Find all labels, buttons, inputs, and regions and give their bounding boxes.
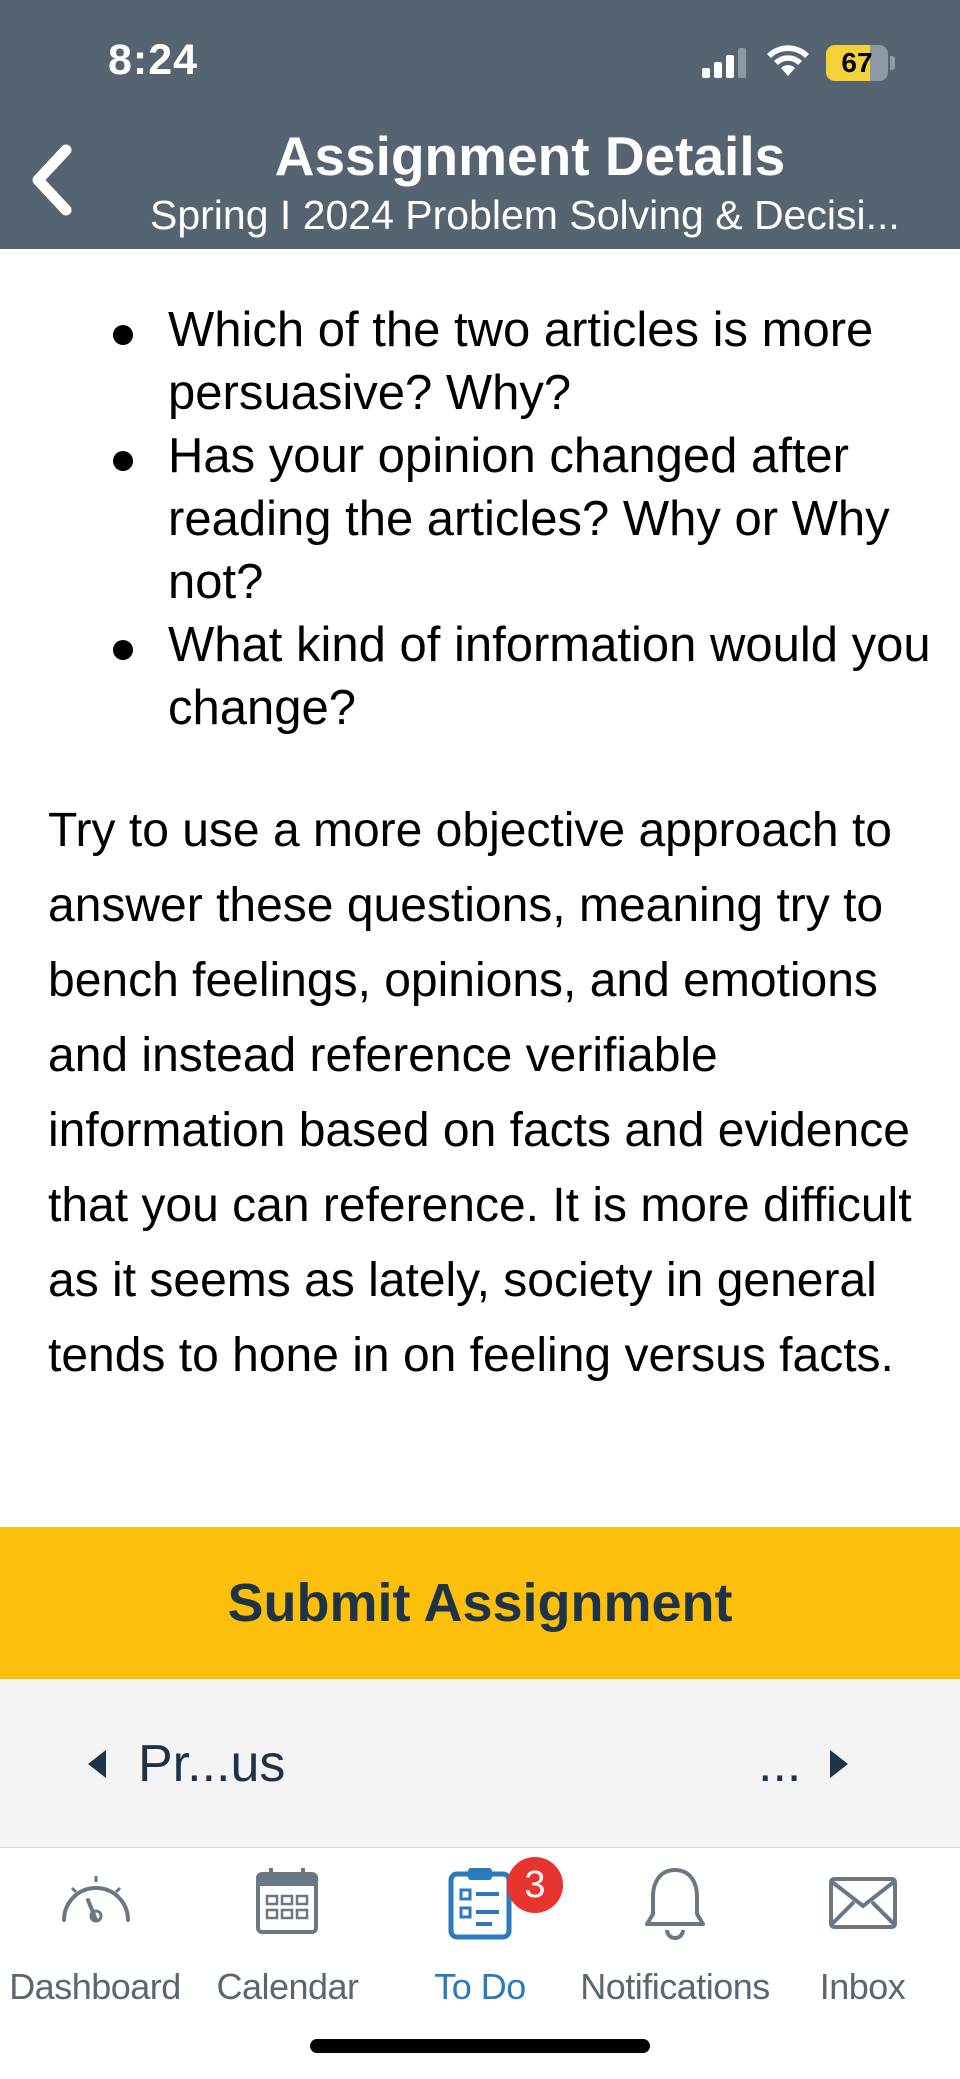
cellular-signal-icon: [702, 48, 746, 78]
next-arrow-icon[interactable]: [830, 1750, 848, 1778]
prev-arrow-icon[interactable]: [88, 1750, 106, 1778]
battery-icon: 67: [826, 45, 896, 81]
dashboard-icon: [62, 1876, 130, 1923]
tab-notifications[interactable]: Notifications: [575, 1848, 775, 2008]
home-indicator[interactable]: [310, 2039, 650, 2053]
tab-label: Inbox: [819, 1966, 906, 2007]
list-item: Has your opinion changed after reading t…: [0, 425, 960, 614]
battery-level: 67: [841, 47, 873, 78]
todo-count-badge: 3: [507, 1857, 563, 1913]
submit-assignment-button[interactable]: Submit Assignment: [0, 1527, 960, 1679]
list-item: What kind of information would you chang…: [0, 614, 960, 740]
tab-dashboard[interactable]: Dashboard: [0, 1848, 190, 2008]
calendar-icon: [256, 1868, 318, 1934]
tab-label: Calendar: [216, 1966, 359, 2007]
tab-label: Notifications: [580, 1966, 770, 2007]
instructions-paragraph: Try to use a more objective approach to …: [48, 804, 912, 1382]
tab-calendar[interactable]: Calendar: [200, 1848, 375, 2008]
tab-label: Dashboard: [9, 1966, 181, 2007]
tab-label: To Do: [434, 1966, 526, 2007]
wifi-icon: [767, 45, 809, 76]
question-list: Which of the two articles is more persua…: [0, 299, 960, 740]
status-time: 8:24: [108, 36, 199, 84]
previous-link[interactable]: Pr...us: [138, 1734, 285, 1794]
tab-inbox[interactable]: Inbox: [800, 1848, 925, 2008]
mail-icon: [829, 1877, 897, 1929]
page-title: Assignment Details: [274, 125, 786, 187]
list-item: Which of the two articles is more persua…: [0, 299, 960, 425]
course-subtitle: Spring I 2024 Problem Solving & Decisi..…: [150, 192, 900, 238]
app-header: 8:24 67 Assignment Details Spring I 2024…: [0, 0, 960, 249]
bell-icon: [645, 1868, 705, 1940]
todo-icon: [448, 1868, 512, 1940]
next-link[interactable]: ...: [758, 1734, 801, 1794]
